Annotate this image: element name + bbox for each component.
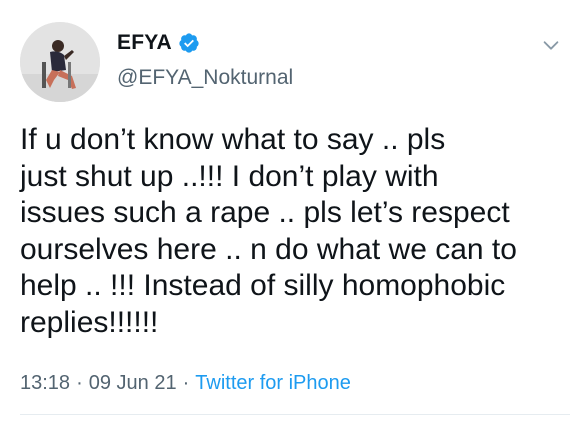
tweet-source-link[interactable]: Twitter for iPhone	[195, 372, 351, 395]
tweet-time[interactable]: 13:18	[20, 372, 70, 395]
author-name-row: EFYA	[117, 29, 293, 57]
tweet-date[interactable]: 09 Jun 21	[89, 372, 177, 395]
chevron-down-icon[interactable]	[540, 34, 562, 56]
divider	[20, 414, 570, 415]
avatar-photo	[20, 22, 100, 102]
meta-separator: ·	[76, 372, 83, 394]
avatar[interactable]	[20, 22, 100, 102]
tweet-card: EFYA @EFYA_Nokturnal If u don’t know wha…	[0, 0, 570, 422]
verified-badge-icon	[178, 32, 200, 54]
tweet-meta: 13:18 · 09 Jun 21 · Twitter for iPhone	[20, 372, 351, 395]
meta-separator: ·	[182, 372, 190, 394]
tweet-text: If u don’t know what to say .. pls just …	[20, 123, 517, 339]
author-display-name[interactable]: EFYA	[117, 31, 172, 55]
author-handle[interactable]: @EFYA_Nokturnal	[117, 66, 293, 90]
tweet-author[interactable]: EFYA @EFYA_Nokturnal	[117, 29, 293, 90]
